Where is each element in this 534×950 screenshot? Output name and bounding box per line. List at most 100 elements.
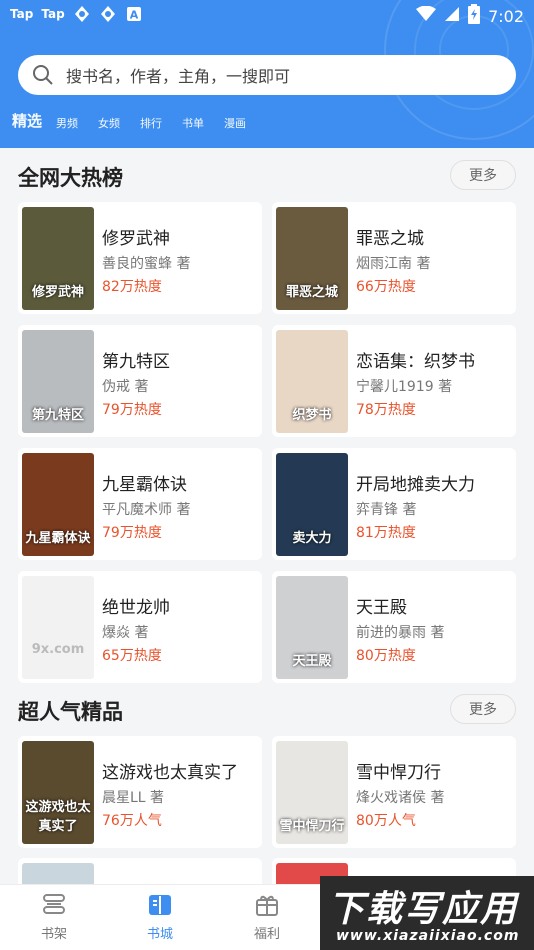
book-card[interactable]: 修罗武神 修罗武神 善良的蜜蜂 著 82万热度 [18, 202, 262, 314]
book-cover: 卖大力 [276, 453, 348, 556]
book-heat: 80万人气 [356, 813, 416, 829]
book-card[interactable]: 天王殿 天王殿 前进的暴雨 著 80万热度 [272, 571, 516, 683]
book-title: 恋语集：织梦书 [356, 352, 475, 372]
book-heat: 78万热度 [356, 402, 416, 418]
book-cover-title: 第九特区 [31, 408, 84, 423]
search-icon [32, 64, 54, 86]
search-placeholder: 搜书名，作者，主角，一搜即可 [66, 67, 291, 86]
book-author: 宁馨儿1919 著 [356, 379, 453, 395]
book-heat: 76万人气 [102, 813, 162, 829]
book-author: 伪戒 著 [102, 379, 149, 395]
book-cover-title: 织梦书 [292, 408, 332, 423]
book-author: 爆焱 著 [102, 625, 149, 641]
category-tabs: 精选 男频 女频 排行 书单 漫画 [12, 110, 266, 131]
book-cover: 罪恶之城 [276, 207, 348, 310]
book-heat: 65万热度 [102, 648, 162, 664]
status-bar: Tap Tap A 7:02 [0, 0, 534, 30]
wifi-icon [416, 5, 437, 26]
header: Tap Tap A 7:02 搜书名，作者，主角，一搜即可 精选 男频 女频 排… [0, 0, 534, 148]
book-title: 第九特区 [102, 352, 170, 372]
book-author: 烟雨江南 著 [356, 256, 431, 272]
book-open-icon [147, 893, 173, 917]
book-card[interactable]: 9x.com 绝世龙帅爆焱 著 65万热度 [18, 571, 262, 683]
book-cover-title: 这游戏也太真实了 [25, 800, 91, 834]
book-cover-title: 卖大力 [292, 531, 332, 546]
signal-icon [444, 6, 460, 26]
book-cover-title: 9x.com [31, 642, 85, 657]
book-card[interactable]: 九星霸体诀 九星霸体诀 平凡魔术师 著 79万热度 [18, 448, 262, 560]
book-card[interactable]: 罪恶之城 罪恶之城 烟雨江南 著 66万热度 [272, 202, 516, 314]
search-bar[interactable]: 搜书名，作者，主角，一搜即可 [18, 55, 516, 95]
nav-bookshelf[interactable]: 书架 [14, 893, 94, 942]
book-title: 雪中悍刀行 [356, 763, 441, 783]
book-author: 前进的暴雨 著 [356, 625, 445, 641]
book-title: 修罗武神 [102, 229, 170, 249]
sync-icon [99, 5, 117, 23]
book-cover-title: 天王殿 [292, 654, 332, 669]
gift-icon [254, 893, 280, 917]
book-cover-title: 雪中悍刀行 [279, 819, 345, 834]
book-card[interactable]: 卖大力 开局地摊卖大力弈青锋 著 81万热度 [272, 448, 516, 560]
tab-ranking[interactable]: 排行 [140, 115, 162, 131]
book-author: 平凡魔术师 著 [102, 502, 191, 518]
a-icon: A [125, 5, 143, 23]
book-cover: 9x.com [22, 576, 94, 679]
nav-welfare-label: 福利 [253, 927, 280, 942]
watermark-main-text: 下载写应用 [328, 889, 519, 930]
book-title: 天王殿 [356, 598, 407, 618]
book-heat: 79万热度 [102, 402, 162, 418]
section-header-popular: 超人气精品 更多 [0, 692, 534, 732]
book-author: 弈青锋 著 [356, 502, 417, 518]
nav-bookstore-label: 书城 [146, 927, 173, 942]
more-button[interactable]: 更多 [450, 160, 516, 190]
book-cover: 织梦书 [276, 330, 348, 433]
book-heat: 80万热度 [356, 648, 416, 664]
book-cover: 九星霸体诀 [22, 453, 94, 556]
sync-icon [73, 5, 91, 23]
section-title: 超人气精品 [18, 700, 123, 724]
book-heat: 82万热度 [102, 279, 162, 295]
tab-comics[interactable]: 漫画 [224, 115, 246, 131]
battery-icon [468, 4, 481, 28]
taptap-label: Tap [10, 7, 34, 21]
book-card[interactable]: 这游戏也太真实了 这游戏也太真实了 晨星LL 著 76万人气 [18, 736, 262, 848]
book-cover-title: 修罗武神 [31, 285, 84, 300]
section-title: 全网大热榜 [18, 166, 123, 190]
book-card[interactable]: 雪中悍刀行 雪中悍刀行 烽火戏诸侯 著 80万人气 [272, 736, 516, 848]
nav-bookshelf-label: 书架 [40, 927, 67, 942]
book-title: 九星霸体诀 [102, 475, 187, 495]
nav-welfare[interactable]: 福利 [227, 893, 307, 942]
svg-text:A: A [129, 9, 138, 22]
book-cover-title: 九星霸体诀 [25, 531, 91, 546]
status-time: 7:02 [488, 6, 524, 26]
bookshelf-icon [41, 893, 67, 917]
book-author: 烽火戏诸侯 著 [356, 790, 445, 806]
section-header-hot: 全网大热榜 更多 [0, 158, 534, 198]
book-heat: 81万热度 [356, 525, 416, 541]
book-title: 这游戏也太真实了 [102, 763, 238, 783]
tab-booklist[interactable]: 书单 [182, 115, 204, 131]
book-card[interactable]: 第九特区 第九特区 伪戒 著 79万热度 [18, 325, 262, 437]
nav-bookstore[interactable]: 书城 [120, 893, 200, 942]
watermark-logo: 下载写应用 www.xiazaiixiao.com [320, 876, 534, 950]
book-cover-title: 罪恶之城 [285, 285, 338, 300]
watermark-url: www.xiazaiixiao.com [336, 928, 520, 944]
taptap-label: Tap [41, 7, 65, 21]
book-author: 善良的蜜蜂 著 [102, 256, 191, 272]
more-button[interactable]: 更多 [450, 694, 516, 724]
book-title: 绝世龙帅 [102, 598, 170, 618]
book-card[interactable]: 织梦书 恋语集：织梦书宁馨儿1919 著 78万热度 [272, 325, 516, 437]
book-cover: 天王殿 [276, 576, 348, 679]
book-cover: 第九特区 [22, 330, 94, 433]
book-cover: 这游戏也太真实了 [22, 741, 94, 844]
book-cover: 雪中悍刀行 [276, 741, 348, 844]
tab-female[interactable]: 女频 [98, 115, 120, 131]
book-title: 罪恶之城 [356, 229, 424, 249]
book-heat: 79万热度 [102, 525, 162, 541]
tab-featured[interactable]: 精选 [12, 110, 42, 131]
tab-male[interactable]: 男频 [56, 115, 78, 131]
book-heat: 66万热度 [356, 279, 416, 295]
book-cover: 修罗武神 [22, 207, 94, 310]
book-title: 开局地摊卖大力 [356, 475, 475, 495]
book-author: 晨星LL 著 [102, 790, 165, 806]
